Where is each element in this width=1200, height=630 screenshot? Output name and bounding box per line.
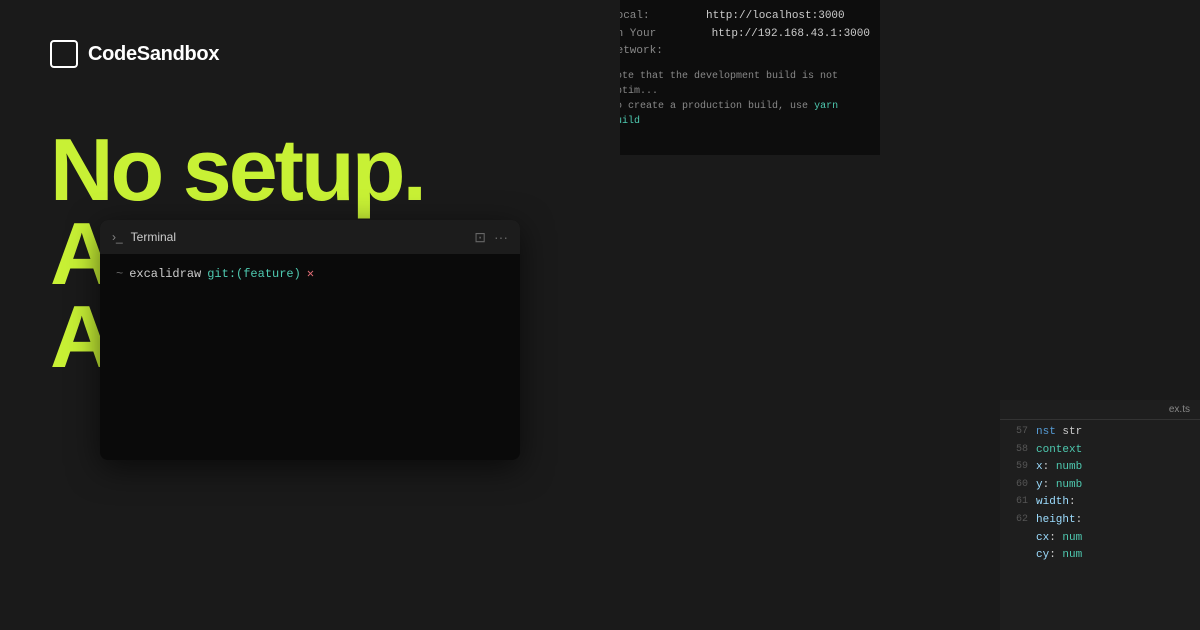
logo-box-icon — [50, 40, 78, 68]
prompt-arrow-icon: ~ — [116, 267, 123, 281]
prompt-branch-text: git:(feature) — [207, 267, 301, 281]
dev-server-panel: Local: http://localhost:3000 On Your Net… — [600, 0, 880, 155]
terminal-more-button[interactable]: ··· — [494, 229, 508, 245]
logo-container: CodeSandbox — [50, 40, 570, 68]
code-line: 61 width: — [1008, 494, 1192, 512]
local-url: http://localhost:3000 — [706, 8, 845, 26]
terminal-header: ›_ Terminal ⊡ ··· — [100, 220, 520, 254]
logo-text: CodeSandbox — [88, 43, 219, 66]
terminal-panel: ›_ Terminal ⊡ ··· ~ excalidraw git:(feat… — [100, 220, 520, 460]
code-line: 58 context — [1008, 442, 1192, 460]
hero-line-1: No setup. — [50, 128, 570, 212]
network-url-line: On Your Network: http://192.168.43.1:300… — [610, 26, 870, 61]
terminal-expand-button[interactable]: ⊡ — [474, 229, 486, 246]
code-line: cx: num — [1008, 530, 1192, 548]
terminal-title-area: ›_ Terminal — [112, 230, 176, 244]
code-content: 57 nst str 58 context 59 x: numb 60 y: n… — [1000, 420, 1200, 569]
code-line: 59 x: numb — [1008, 459, 1192, 477]
network-url: http://192.168.43.1:3000 — [712, 26, 870, 61]
prompt-x-text: ✕ — [307, 266, 314, 281]
code-editor-panel: ex.ts 57 nst str 58 context 59 x: numb 6… — [1000, 400, 1200, 630]
prompt-path-text: excalidraw — [129, 267, 201, 281]
local-label: Local: — [610, 8, 700, 26]
terminal-prompt-line: ~ excalidraw git:(feature) ✕ — [116, 266, 504, 281]
code-line: cy: num — [1008, 547, 1192, 565]
dev-server-content: Local: http://localhost:3000 On Your Net… — [600, 0, 880, 137]
note-line-2: To create a production build, use yarn b… — [610, 99, 870, 129]
code-filename: ex.ts — [1000, 400, 1200, 420]
code-line: 60 y: numb — [1008, 477, 1192, 495]
local-url-line: Local: http://localhost:3000 — [610, 8, 870, 26]
terminal-prompt-icon: ›_ — [112, 230, 123, 244]
terminal-controls: ⊡ ··· — [474, 229, 508, 246]
terminal-title-text: Terminal — [131, 230, 176, 244]
terminal-body: ~ excalidraw git:(feature) ✕ — [100, 254, 520, 293]
code-line: 62 height: — [1008, 512, 1192, 530]
code-line: 57 nst str — [1008, 424, 1192, 442]
network-label: On Your Network: — [610, 26, 706, 61]
dev-server-note: Note that the development build is not o… — [610, 69, 870, 129]
note-line-1: Note that the development build is not o… — [610, 69, 870, 99]
